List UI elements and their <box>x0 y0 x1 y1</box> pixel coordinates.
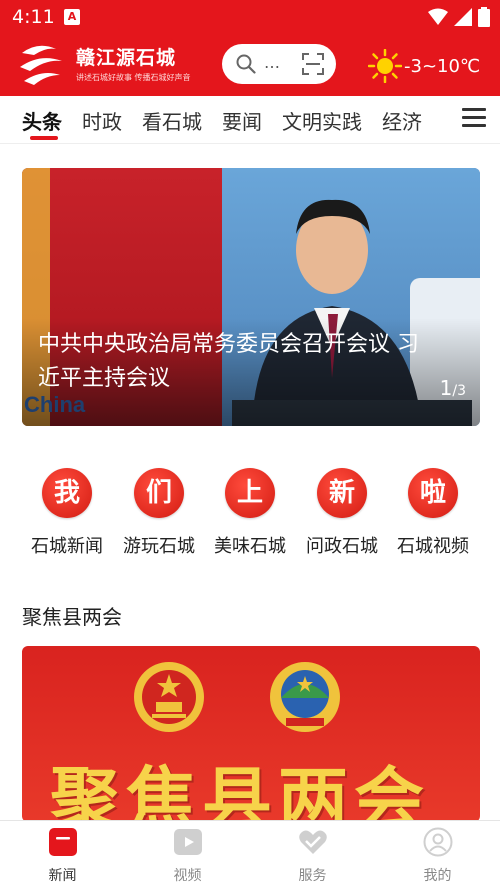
banner-headline[interactable]: 中共中央政治局常务委员会召开会议 习近平主持会议 <box>38 328 428 396</box>
tab-economy[interactable]: 经济 <box>382 106 422 140</box>
quick-entry-label: 石城新闻 <box>31 536 103 557</box>
quick-entry-badge: 们 <box>134 468 184 518</box>
quick-entry-news[interactable]: 我 石城新闻 <box>22 466 112 566</box>
app-header: 赣江源石城 讲述石城好故事 传播石城好声音 … -3~10℃ <box>0 34 500 96</box>
nav-service[interactable]: 服务 <box>250 821 375 888</box>
nav-profile[interactable]: 我的 <box>375 821 500 888</box>
quick-entry-badge: 上 <box>225 468 275 518</box>
pager-total: /3 <box>452 383 466 399</box>
weather-widget[interactable]: -3~10℃ <box>368 48 480 84</box>
channel-menu-icon[interactable] <box>462 108 486 130</box>
cppcc-emblem-icon <box>270 662 340 732</box>
quick-entry-badge: 新 <box>317 468 367 518</box>
section-title: 聚焦县两会 <box>22 605 122 629</box>
quick-entry-travel[interactable]: 们 游玩石城 <box>114 466 204 566</box>
banner-pager: 1/3 <box>440 376 466 400</box>
video-icon <box>173 829 202 855</box>
status-time: 4:11 <box>12 6 55 28</box>
quick-entry-label: 问政石城 <box>306 536 378 557</box>
profile-icon <box>423 827 452 857</box>
tab-politics[interactable]: 时政 <box>82 106 122 140</box>
quick-entry-label: 石城视频 <box>397 536 469 557</box>
search-placeholder: … <box>264 53 280 72</box>
quick-entry-inquiry[interactable]: 新 问政石城 <box>297 466 387 566</box>
signal-icon <box>454 8 472 26</box>
status-bar: 4:11 A <box>0 0 500 34</box>
sun-icon <box>368 49 402 83</box>
nav-label: 视频 <box>173 868 202 884</box>
quick-entry-label: 美味石城 <box>214 536 286 557</box>
quick-entry-food[interactable]: 上 美味石城 <box>205 466 295 566</box>
battery-icon <box>478 7 490 27</box>
scan-icon[interactable] <box>302 53 324 75</box>
service-icon <box>298 830 327 854</box>
headline-carousel[interactable]: China 中共中央政治局常务委员会召开会议 习近平主持会议 1/3 <box>22 168 480 426</box>
channel-tabbar: 头条 时政 看石城 要闻 文明实践 经济 <box>0 96 500 144</box>
search-icon <box>236 54 256 74</box>
quick-entry-label: 游玩石城 <box>123 536 195 557</box>
news-icon <box>48 828 77 856</box>
wifi-icon <box>428 8 448 25</box>
tab-news[interactable]: 要闻 <box>222 106 262 140</box>
quick-entries: 我 石城新闻 们 游玩石城 上 美味石城 新 问政石城 啦 石城视频 <box>22 466 482 566</box>
nav-label: 新闻 <box>48 868 77 884</box>
pager-current: 1 <box>439 376 453 400</box>
channel-tabs: 头条 时政 看石城 要闻 文明实践 经济 <box>22 106 452 140</box>
brand-name: 赣江源石城 <box>76 47 177 69</box>
feature-headline: 聚焦县两会 <box>50 758 430 822</box>
brand-logo-icon <box>20 45 62 85</box>
notification-app-icon: A <box>64 9 80 25</box>
tab-headlines[interactable]: 头条 <box>22 106 62 140</box>
status-indicators <box>428 6 490 28</box>
nav-label: 我的 <box>423 868 452 884</box>
tab-civilization[interactable]: 文明实践 <box>282 106 362 140</box>
quick-entry-badge: 我 <box>42 468 92 518</box>
nav-news[interactable]: 新闻 <box>0 821 125 888</box>
tab-shicheng[interactable]: 看石城 <box>142 106 202 140</box>
national-emblem-icon <box>134 662 204 732</box>
search-input[interactable]: … <box>222 44 336 84</box>
nav-label: 服务 <box>298 868 327 884</box>
bottom-nav: 新闻 视频 服务 我的 <box>0 820 500 888</box>
temperature-range: -3~10℃ <box>404 55 481 77</box>
nav-video[interactable]: 视频 <box>125 821 250 888</box>
feature-card[interactable]: 聚焦县两会 <box>22 646 480 822</box>
brand-slogan: 讲述石城好故事 传播石城好声音 <box>76 73 191 82</box>
quick-entry-video[interactable]: 啦 石城视频 <box>388 466 478 566</box>
quick-entry-badge: 啦 <box>408 468 458 518</box>
